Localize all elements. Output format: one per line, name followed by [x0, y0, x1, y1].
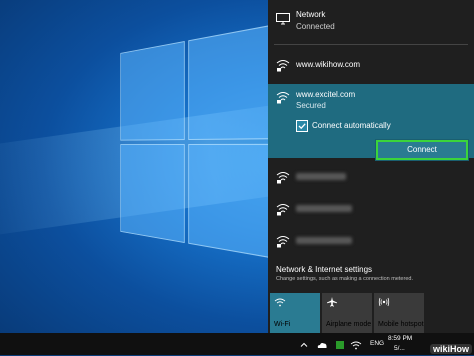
blurred-network-name	[296, 205, 352, 212]
airplane-mode-toggle[interactable]: Airplane mode	[322, 293, 372, 333]
network-flyout: Network Connected www.wikihow.com www.ex…	[268, 0, 474, 333]
taskbar: ENG 8:59 PM 5/... wikiHow	[0, 333, 474, 355]
network-item-excitel[interactable]: www.excitel.com Secured Connect automati…	[268, 84, 474, 160]
wifi-toggle[interactable]: Wi-Fi	[270, 293, 320, 333]
clock-date[interactable]: 5/...	[394, 345, 405, 352]
hotspot-icon	[378, 297, 390, 307]
quick-action-label: Mobile hotspot	[378, 321, 424, 328]
network-status: Network Connected	[268, 0, 474, 40]
network-name: www.excitel.com	[296, 90, 356, 99]
network-item-hidden[interactable]	[268, 164, 474, 190]
wifi-secured-icon	[276, 170, 290, 184]
auto-connect-label: Connect automatically	[312, 121, 391, 130]
settings-title: Network & Internet settings	[276, 265, 373, 274]
wikihow-watermark: wikiHow	[429, 344, 472, 354]
network-settings-link[interactable]: Network & Internet settings Change setti…	[268, 263, 474, 285]
network-name: www.wikihow.com	[296, 60, 361, 69]
auto-connect-checkbox[interactable]	[296, 120, 308, 132]
language-indicator[interactable]: ENG	[370, 340, 384, 347]
security-icon[interactable]	[334, 338, 346, 350]
blurred-network-name	[296, 173, 346, 180]
blurred-network-name	[296, 237, 352, 244]
connect-button[interactable]: Connect	[376, 140, 468, 160]
monitor-icon	[276, 12, 290, 25]
settings-subtitle: Change settings, such as making a connec…	[276, 276, 413, 282]
network-item-hidden[interactable]	[268, 196, 474, 222]
wifi-tray-icon[interactable]	[350, 338, 362, 350]
quick-action-label: Wi-Fi	[274, 321, 291, 328]
network-status-text: Connected	[296, 22, 335, 31]
wifi-icon	[274, 297, 286, 307]
mobile-hotspot-toggle[interactable]: Mobile hotspot	[374, 293, 424, 333]
network-item-hidden[interactable]	[268, 228, 474, 254]
windows-logo	[120, 23, 282, 267]
wifi-secured-icon	[276, 58, 290, 72]
onedrive-icon[interactable]	[316, 338, 328, 350]
quick-action-label: Airplane mode	[326, 321, 372, 328]
network-item-wikihow[interactable]: www.wikihow.com	[268, 52, 474, 78]
airplane-icon	[326, 297, 338, 307]
clock-time[interactable]: 8:59 PM	[388, 335, 412, 342]
chevron-up-icon[interactable]	[298, 338, 310, 350]
wifi-secured-icon	[276, 90, 290, 104]
network-title: Network	[296, 10, 326, 19]
network-security-status: Secured	[296, 101, 326, 110]
wifi-secured-icon	[276, 202, 290, 216]
divider	[274, 44, 468, 45]
wifi-secured-icon	[276, 234, 290, 248]
